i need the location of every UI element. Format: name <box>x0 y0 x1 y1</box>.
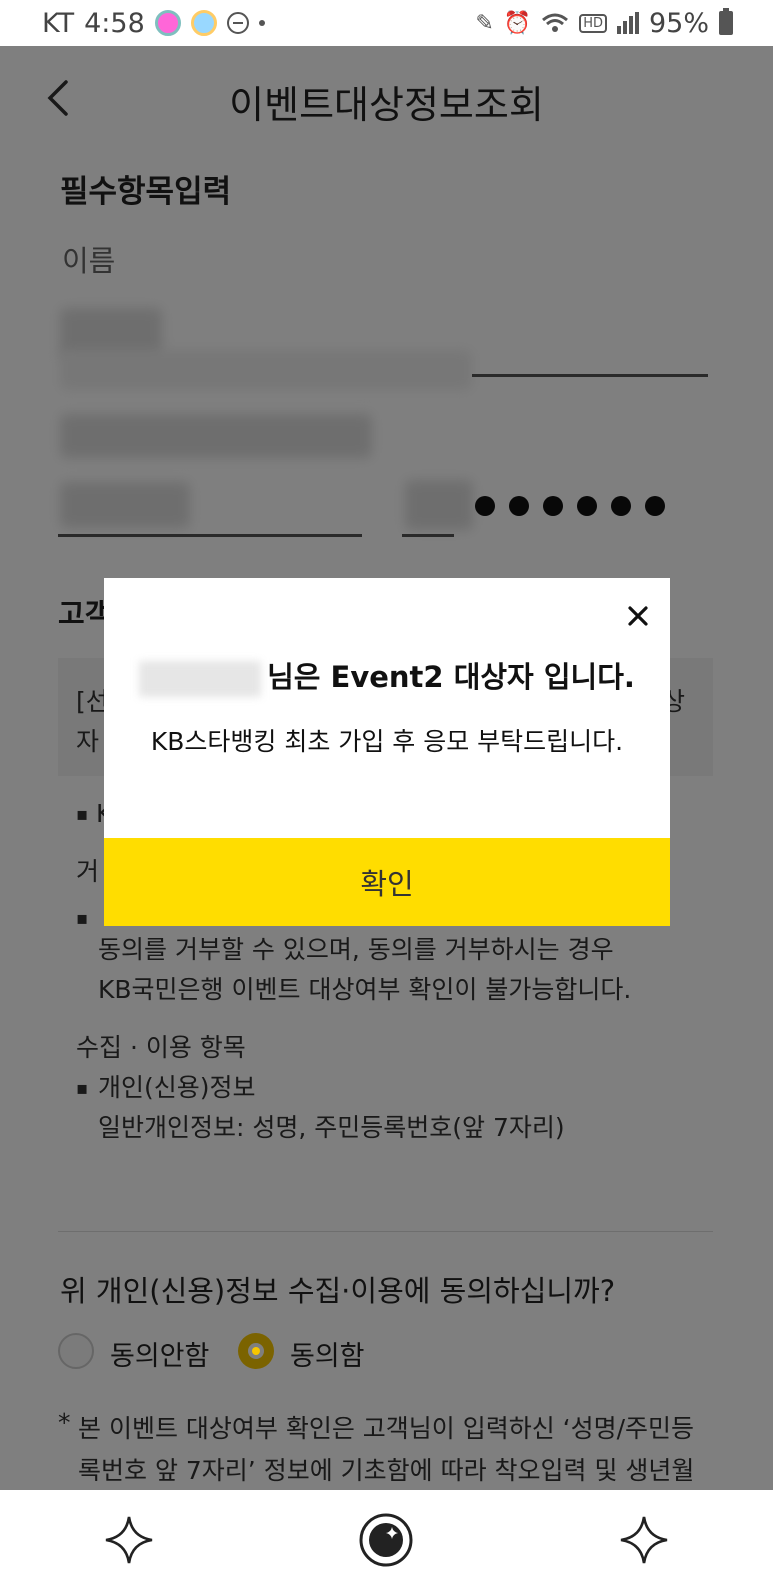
status-bar: KT 4:58 ✎ ⏰ HD 95% <box>0 0 773 46</box>
event-result-dialog: 님은 Event2 대상자 입니다. KB스타뱅킹 최초 가입 후 응모 부탁드… <box>104 578 670 926</box>
masked-customer-name <box>139 661 262 697</box>
hd-voice-icon: HD <box>579 13 607 33</box>
alarm-icon: ⏰ <box>503 10 532 36</box>
carrier-label: KT <box>42 7 75 39</box>
sparkle-icon[interactable] <box>103 1514 155 1566</box>
bixby-icon[interactable] <box>357 1511 415 1569</box>
pen-icon: ✎ <box>475 10 494 36</box>
battery-icon <box>719 8 733 35</box>
left-sparkle-button[interactable] <box>99 1510 159 1570</box>
close-button[interactable] <box>622 600 654 632</box>
dialog-title: 님은 Event2 대상자 입니다. <box>104 654 670 697</box>
app-notification-icon <box>154 10 181 36</box>
bixby-button[interactable] <box>356 1510 416 1570</box>
dialog-title-text: 님은 Event2 대상자 입니다. <box>267 660 635 694</box>
confirm-button[interactable]: 확인 <box>104 838 670 926</box>
more-notifications-dot-icon <box>258 20 265 26</box>
sparkle-icon[interactable] <box>618 1514 670 1566</box>
battery-percent: 95% <box>648 7 709 39</box>
dialog-message: KB스타뱅킹 최초 가입 후 응모 부탁드립니다. <box>150 727 624 756</box>
right-sparkle-button[interactable] <box>614 1510 674 1570</box>
do-not-disturb-icon <box>226 12 249 34</box>
signal-icon <box>616 12 639 34</box>
status-left: KT 4:58 <box>42 8 265 39</box>
close-icon[interactable] <box>628 606 648 626</box>
clock: 4:58 <box>84 7 145 39</box>
bottom-navigation <box>0 1490 773 1589</box>
wifi-icon <box>542 13 569 32</box>
app-notification-icon-2 <box>190 10 217 36</box>
status-right: ✎ ⏰ HD 95% <box>475 8 733 39</box>
